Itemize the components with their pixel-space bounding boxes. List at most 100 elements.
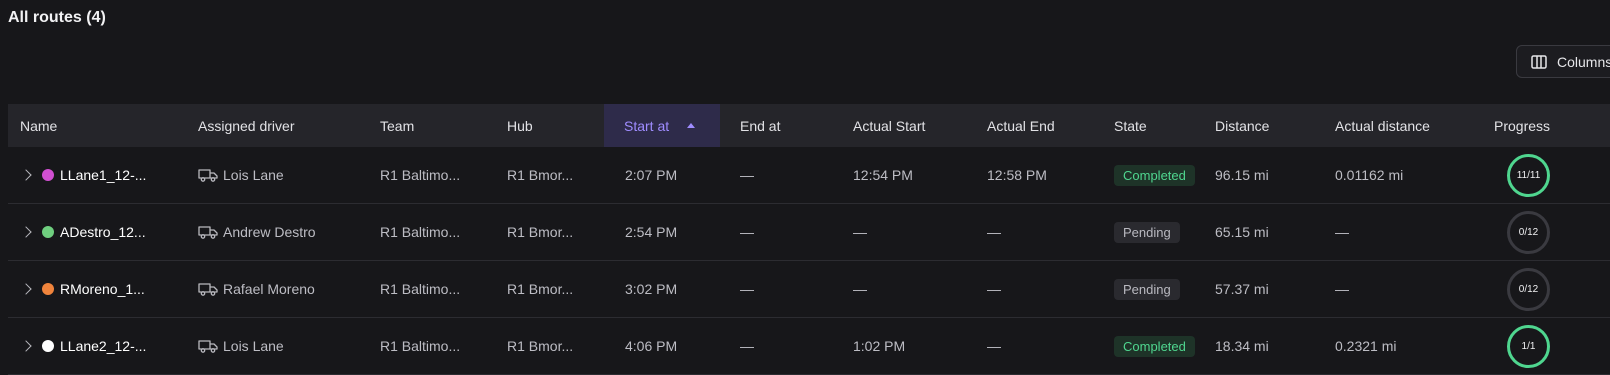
actual-start-cell: — xyxy=(853,224,867,240)
truck-icon xyxy=(198,225,223,239)
progress-cell: 1/1 xyxy=(1507,318,1550,374)
columns-button[interactable]: Columns xyxy=(1516,45,1610,78)
status-badge: Pending xyxy=(1114,221,1180,243)
chevron-right-icon[interactable] xyxy=(20,283,32,295)
column-header-label: State xyxy=(1114,117,1147,134)
page-title: All routes (4) xyxy=(8,9,106,26)
column-header-end-at[interactable]: End at xyxy=(740,104,780,147)
column-header-actual-distance[interactable]: Actual distance xyxy=(1335,104,1430,147)
driver-name: Rafael Moreno xyxy=(223,281,315,297)
actual-distance-cell: 0.01162 mi xyxy=(1335,167,1404,183)
chevron-right-icon[interactable] xyxy=(20,226,32,238)
start-at-cell: 4:06 PM xyxy=(625,338,678,354)
table-header: Name Assigned driver Team Hub Start at E… xyxy=(8,104,1610,147)
route-name[interactable]: LLane2_12-... xyxy=(60,338,146,354)
columns-icon xyxy=(1531,54,1547,69)
column-header-actual-end[interactable]: Actual End xyxy=(987,104,1055,147)
route-name[interactable]: ADestro_12... xyxy=(60,224,146,240)
distance-cell: 65.15 mi xyxy=(1215,224,1269,240)
column-header-state[interactable]: State xyxy=(1114,104,1147,147)
end-at-cell: — xyxy=(740,281,754,297)
route-name[interactable]: RMoreno_1... xyxy=(60,281,145,297)
column-header-distance[interactable]: Distance xyxy=(1215,104,1269,147)
distance-cell: 57.37 mi xyxy=(1215,281,1269,297)
status-badge: Completed xyxy=(1114,335,1195,357)
progress-ring: 0/12 xyxy=(1507,267,1550,311)
route-color-dot xyxy=(42,283,54,295)
team-cell: R1 Baltimo... xyxy=(380,281,461,297)
end-at-cell: — xyxy=(740,224,754,240)
route-name-cell: ADestro_12... xyxy=(20,204,146,260)
hub-cell: R1 Bmor... xyxy=(507,281,574,297)
driver-cell: Rafael Moreno xyxy=(198,261,315,317)
start-at-cell: 2:54 PM xyxy=(625,224,678,240)
status-badge: Pending xyxy=(1114,278,1180,300)
driver-name: Lois Lane xyxy=(223,338,284,354)
column-header-start-at[interactable]: Start at xyxy=(604,104,720,147)
route-name-cell: LLane1_12-... xyxy=(20,147,146,203)
column-header-label: Actual End xyxy=(987,117,1055,134)
chevron-right-icon[interactable] xyxy=(20,340,32,352)
driver-cell: Lois Lane xyxy=(198,147,284,203)
distance-cell: 18.34 mi xyxy=(1215,338,1269,354)
state-cell: Completed xyxy=(1114,318,1195,374)
truck-icon xyxy=(198,282,223,296)
column-header-hub[interactable]: Hub xyxy=(507,104,533,147)
actual-end-cell: — xyxy=(987,224,1001,240)
route-name[interactable]: LLane1_12-... xyxy=(60,167,146,183)
table-row[interactable]: ADestro_12... Andrew Destro R1 Baltimo..… xyxy=(8,204,1610,261)
status-badge: Completed xyxy=(1114,164,1195,186)
driver-cell: Andrew Destro xyxy=(198,204,316,260)
actual-start-cell: 12:54 PM xyxy=(853,167,913,183)
driver-cell: Lois Lane xyxy=(198,318,284,374)
hub-cell: R1 Bmor... xyxy=(507,167,574,183)
table-body: LLane1_12-... Lois Lane R1 Baltimo... R1… xyxy=(8,147,1610,375)
actual-start-cell: 1:02 PM xyxy=(853,338,906,354)
progress-cell: 0/12 xyxy=(1507,204,1550,260)
actual-distance-cell: 0.2321 mi xyxy=(1335,338,1397,354)
column-header-name[interactable]: Name xyxy=(20,104,57,147)
column-header-driver[interactable]: Assigned driver xyxy=(198,104,295,147)
actual-distance-cell: — xyxy=(1335,281,1349,297)
driver-name: Andrew Destro xyxy=(223,224,316,240)
column-header-label: Name xyxy=(20,117,58,134)
route-color-dot xyxy=(42,340,54,352)
truck-icon xyxy=(198,339,223,353)
table-row[interactable]: LLane2_12-... Lois Lane R1 Baltimo... R1… xyxy=(8,318,1610,375)
column-header-label: End at xyxy=(740,117,781,134)
column-header-label: Hub xyxy=(507,117,533,134)
column-header-label: Distance xyxy=(1215,117,1270,134)
progress-ring: 11/11 xyxy=(1507,153,1550,197)
end-at-cell: — xyxy=(740,338,754,354)
actual-start-cell: — xyxy=(853,281,867,297)
truck-icon xyxy=(198,168,223,182)
columns-button-label: Columns xyxy=(1557,53,1610,70)
progress-cell: 11/11 xyxy=(1507,147,1550,203)
progress-cell: 0/12 xyxy=(1507,261,1550,317)
route-color-dot xyxy=(42,169,54,181)
driver-name: Lois Lane xyxy=(223,167,284,183)
column-header-team[interactable]: Team xyxy=(380,104,414,147)
table-row[interactable]: LLane1_12-... Lois Lane R1 Baltimo... R1… xyxy=(8,147,1610,204)
column-header-progress[interactable]: Progress xyxy=(1494,104,1550,147)
team-cell: R1 Baltimo... xyxy=(380,224,461,240)
column-header-label: Progress xyxy=(1494,117,1551,134)
start-at-cell: 2:07 PM xyxy=(625,167,678,183)
actual-end-cell: — xyxy=(987,338,1001,354)
state-cell: Pending xyxy=(1114,204,1180,260)
team-cell: R1 Baltimo... xyxy=(380,167,461,183)
routes-table: Name Assigned driver Team Hub Start at E… xyxy=(8,104,1610,375)
distance-cell: 96.15 mi xyxy=(1215,167,1269,183)
column-header-actual-start[interactable]: Actual Start xyxy=(853,104,925,147)
actual-end-cell: 12:58 PM xyxy=(987,167,1047,183)
route-name-cell: LLane2_12-... xyxy=(20,318,146,374)
chevron-right-icon[interactable] xyxy=(20,169,32,181)
column-header-label: Assigned driver xyxy=(198,117,295,134)
table-row[interactable]: RMoreno_1... Rafael Moreno R1 Baltimo...… xyxy=(8,261,1610,318)
column-header-label: Actual Start xyxy=(853,117,926,134)
hub-cell: R1 Bmor... xyxy=(507,338,574,354)
progress-ring: 0/12 xyxy=(1507,210,1550,254)
team-cell: R1 Baltimo... xyxy=(380,338,461,354)
start-at-cell: 3:02 PM xyxy=(625,281,678,297)
column-header-label: Start at xyxy=(624,117,670,134)
